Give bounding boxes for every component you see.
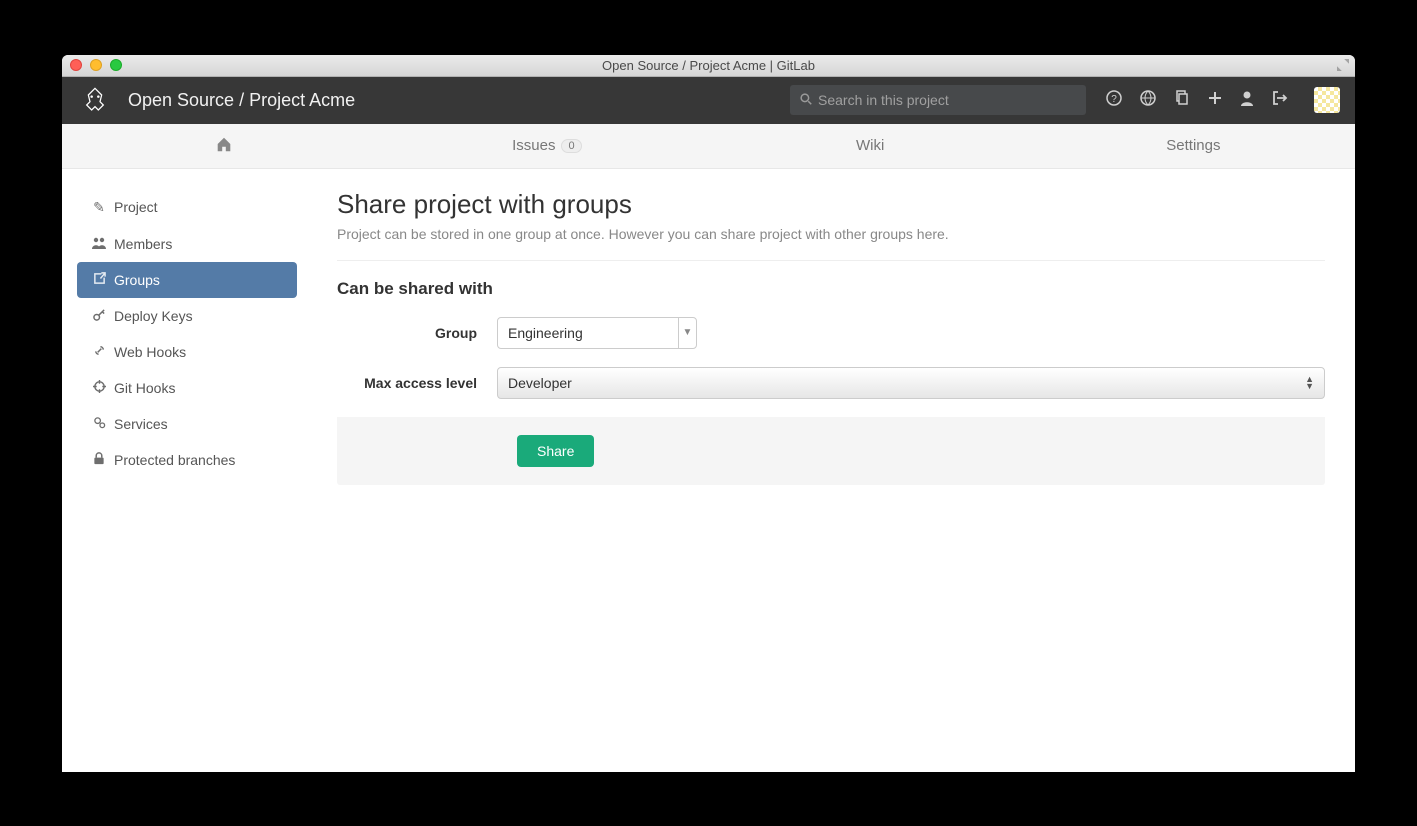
window-controls	[70, 59, 122, 71]
sidebar-label-project: Project	[114, 199, 158, 215]
section-title: Can be shared with	[337, 279, 1325, 299]
content-area: ✎ Project Members Groups Deploy Keys Web…	[62, 169, 1355, 505]
sidebar: ✎ Project Members Groups Deploy Keys Web…	[77, 189, 297, 485]
app-window: Open Source / Project Acme | GitLab Open…	[62, 55, 1355, 772]
sidebar-item-git-hooks[interactable]: Git Hooks	[77, 370, 297, 406]
edit-icon: ✎	[92, 199, 106, 216]
form-row-group: Group Engineering ▼	[337, 317, 1325, 349]
expand-icon[interactable]	[1337, 59, 1349, 71]
group-label: Group	[337, 325, 497, 341]
cogs-icon	[92, 416, 106, 432]
sidebar-label-groups: Groups	[114, 272, 160, 288]
tab-issues-label: Issues	[512, 137, 555, 154]
files-icon[interactable]	[1174, 90, 1190, 111]
divider	[337, 260, 1325, 261]
sub-navbar: Issues 0 Wiki Settings	[62, 124, 1355, 169]
user-icon[interactable]	[1240, 90, 1254, 111]
group-select-value: Engineering	[498, 325, 678, 341]
access-level-value: Developer	[508, 375, 572, 391]
form-footer: Share	[337, 417, 1325, 485]
page-description: Project can be stored in one group at on…	[337, 226, 1325, 242]
help-icon[interactable]: ?	[1106, 90, 1122, 111]
updown-icon: ▲▼	[1305, 376, 1314, 390]
sidebar-item-web-hooks[interactable]: Web Hooks	[77, 334, 297, 370]
tab-settings-label: Settings	[1166, 137, 1220, 154]
top-navbar: Open Source / Project Acme ?	[62, 77, 1355, 124]
minimize-window-button[interactable]	[90, 59, 102, 71]
members-icon	[92, 236, 106, 252]
sidebar-label-members: Members	[114, 236, 172, 252]
sidebar-label-web-hooks: Web Hooks	[114, 344, 186, 360]
window-title: Open Source / Project Acme | GitLab	[62, 58, 1355, 73]
search-icon	[800, 93, 812, 108]
search-input[interactable]	[818, 92, 1076, 108]
issues-count-badge: 0	[561, 139, 581, 153]
page-title: Share project with groups	[337, 189, 1325, 220]
sidebar-label-protected-branches: Protected branches	[114, 452, 235, 468]
svg-text:?: ?	[1111, 94, 1117, 105]
sidebar-label-git-hooks: Git Hooks	[114, 380, 175, 396]
access-label: Max access level	[337, 375, 497, 391]
chevron-down-icon: ▼	[678, 318, 696, 348]
breadcrumb[interactable]: Open Source / Project Acme	[128, 90, 355, 111]
sidebar-item-members[interactable]: Members	[77, 226, 297, 262]
lock-icon	[92, 452, 106, 468]
tab-settings[interactable]: Settings	[1032, 137, 1355, 154]
tab-home[interactable]	[62, 135, 385, 157]
titlebar: Open Source / Project Acme | GitLab	[62, 55, 1355, 77]
group-select[interactable]: Engineering ▼	[497, 317, 697, 349]
gitlab-logo-icon[interactable]	[77, 82, 113, 118]
tab-wiki[interactable]: Wiki	[709, 137, 1032, 154]
close-window-button[interactable]	[70, 59, 82, 71]
sidebar-item-deploy-keys[interactable]: Deploy Keys	[77, 298, 297, 334]
main-panel: Share project with groups Project can be…	[297, 189, 1340, 485]
sidebar-item-protected-branches[interactable]: Protected branches	[77, 442, 297, 478]
share-icon	[92, 272, 106, 288]
sidebar-label-deploy-keys: Deploy Keys	[114, 308, 193, 324]
tab-issues[interactable]: Issues 0	[385, 137, 708, 154]
link-icon	[92, 344, 106, 360]
plus-icon[interactable]	[1208, 91, 1222, 110]
sidebar-item-project[interactable]: ✎ Project	[77, 189, 297, 226]
logout-icon[interactable]	[1272, 90, 1288, 111]
form-row-access: Max access level Developer ▲▼	[337, 367, 1325, 399]
sidebar-label-services: Services	[114, 416, 168, 432]
zoom-window-button[interactable]	[110, 59, 122, 71]
search-box[interactable]	[790, 85, 1086, 115]
share-button[interactable]: Share	[517, 435, 594, 467]
sidebar-item-groups[interactable]: Groups	[77, 262, 297, 298]
access-level-select[interactable]: Developer ▲▼	[497, 367, 1325, 399]
key-icon	[92, 308, 106, 324]
avatar[interactable]	[1314, 87, 1340, 113]
home-icon	[215, 135, 233, 157]
sidebar-item-services[interactable]: Services	[77, 406, 297, 442]
nav-icons: ?	[1106, 87, 1340, 113]
crosshair-icon	[92, 380, 106, 396]
globe-icon[interactable]	[1140, 90, 1156, 111]
tab-wiki-label: Wiki	[856, 137, 884, 154]
